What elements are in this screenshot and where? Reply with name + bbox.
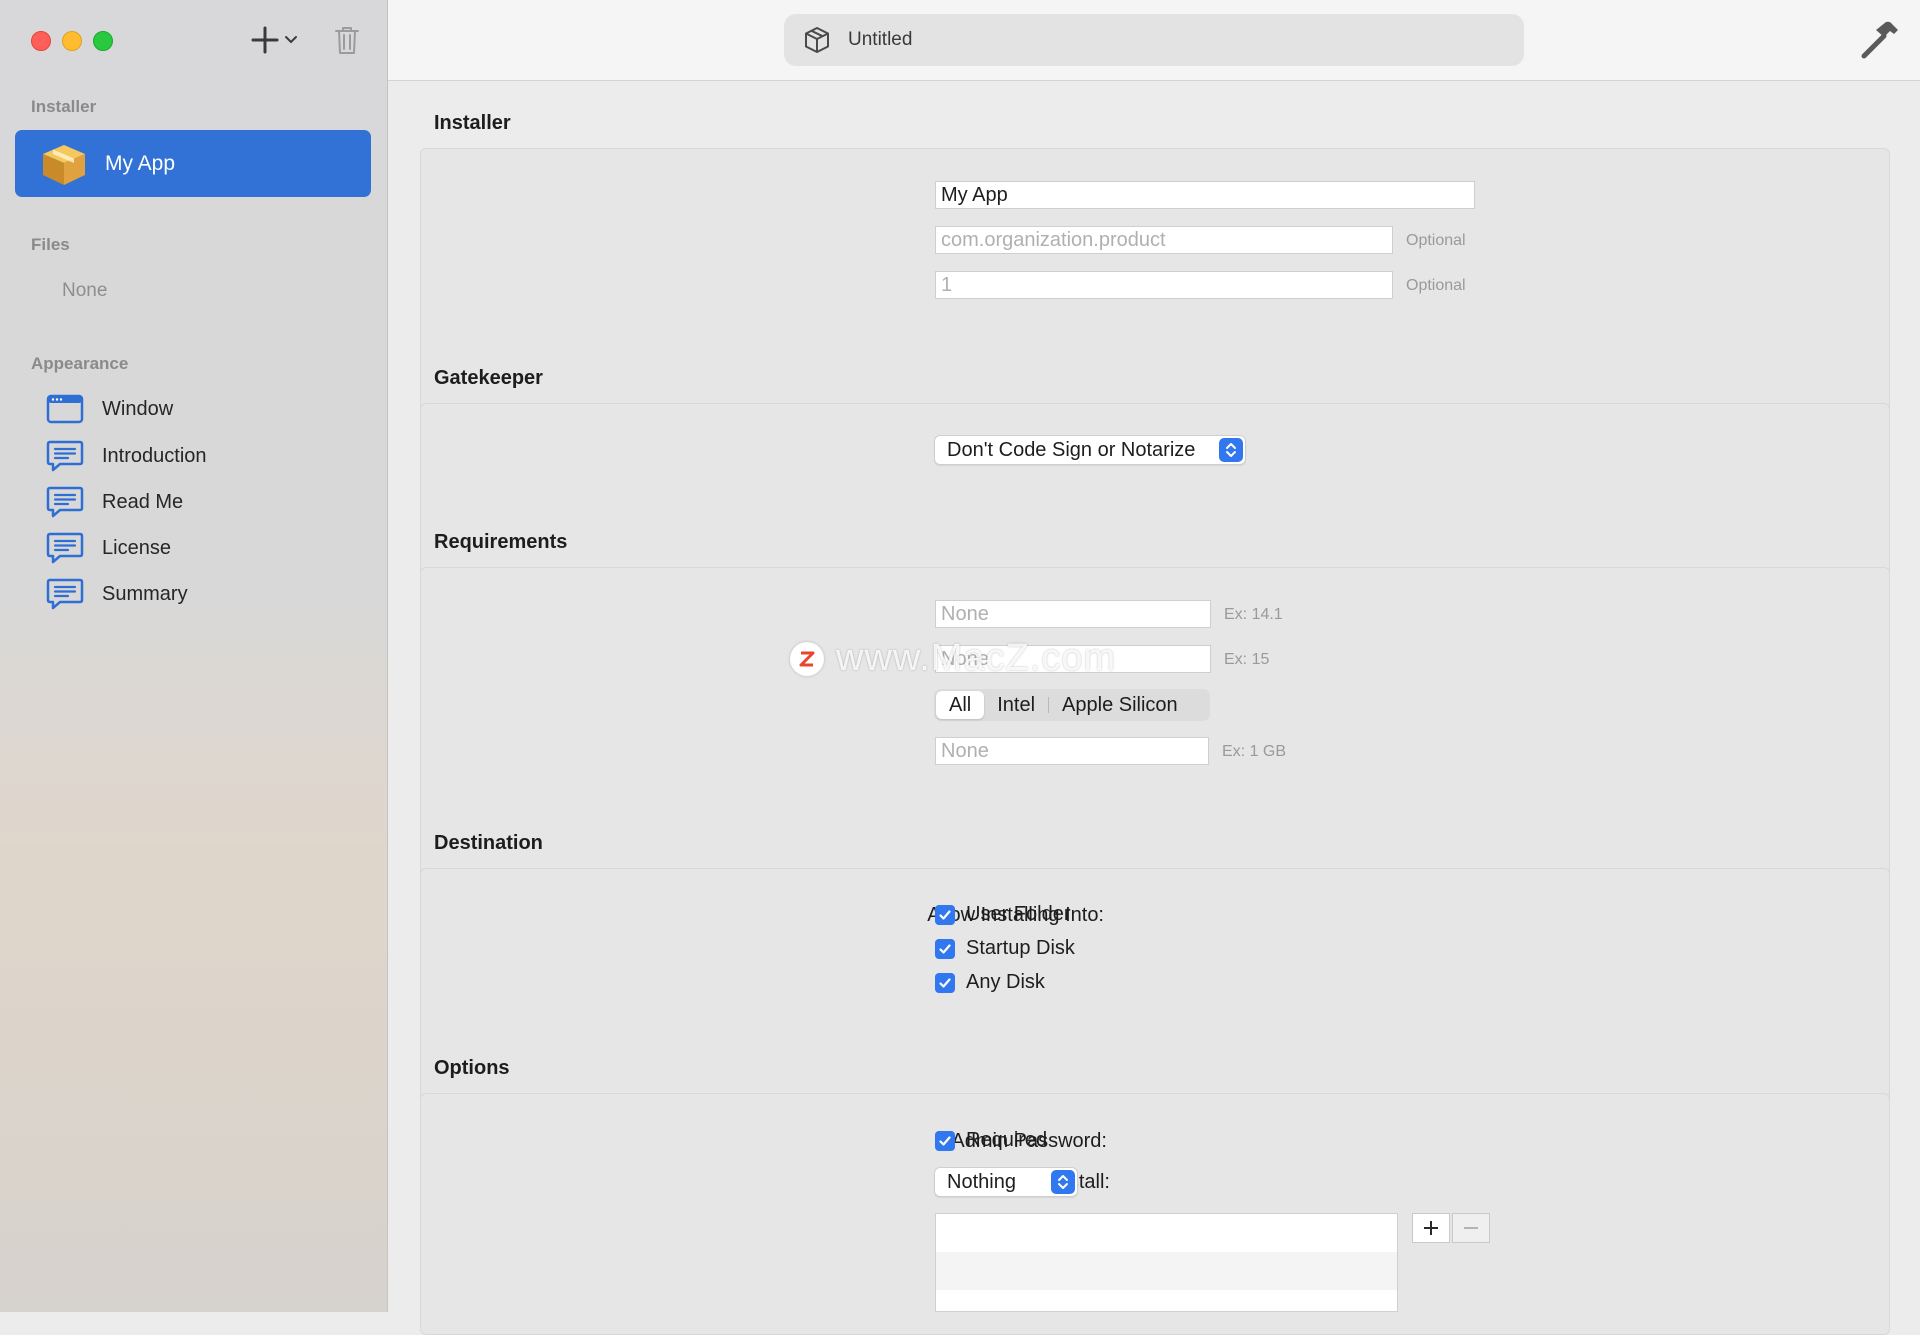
sidebar: Installer My App Files None Appearance W…	[0, 0, 388, 1312]
watermark-logo-icon	[790, 641, 824, 676]
gatekeeper-panel	[420, 403, 1890, 579]
startup-disk-checkbox[interactable]: Startup Disk	[935, 937, 1075, 960]
section-title-options: Options	[434, 1057, 510, 1079]
trash-icon	[335, 27, 359, 54]
identifier-field[interactable]: com.organization.product	[935, 226, 1393, 254]
identifier-optional-hint: Optional	[1406, 232, 1466, 249]
destination-panel	[420, 868, 1890, 1107]
chevron-down-icon	[285, 36, 297, 44]
sidebar-item-label: Read Me	[102, 490, 184, 513]
admin-password-required-checkbox[interactable]: Required	[935, 1129, 1047, 1152]
version-optional-hint: Optional	[1406, 277, 1466, 294]
sidebar-item-label: Summary	[102, 582, 188, 605]
add-menu-button[interactable]	[250, 24, 302, 56]
message-icon	[46, 486, 84, 518]
sidebar-item-label: Introduction	[102, 444, 207, 467]
sidebar-section-files: Files	[31, 235, 70, 254]
section-title-installer: Installer	[434, 112, 511, 134]
plus-icon	[251, 26, 279, 54]
title-bar: Untitled	[388, 0, 1920, 81]
popup-stepper-icon	[1051, 1170, 1075, 1194]
sidebar-item-label: License	[102, 536, 171, 559]
architecture-option-intel[interactable]: Intel	[984, 691, 1048, 719]
quit-applications-list[interactable]	[935, 1213, 1398, 1312]
document-title-field[interactable]: Untitled	[784, 14, 1524, 66]
message-icon	[46, 578, 84, 610]
sidebar-item-my-app[interactable]: My App	[15, 130, 371, 197]
checkbox-label: Startup Disk	[966, 937, 1075, 959]
watermark: www.MacZ.com	[790, 637, 1116, 680]
user-folder-checkbox[interactable]: User Folder	[935, 903, 1070, 926]
sidebar-section-installer: Installer	[31, 97, 97, 116]
min-disk-space-hint: Ex: 1 GB	[1222, 743, 1287, 760]
after-install-popup[interactable]: Nothing	[934, 1167, 1078, 1197]
sidebar-item-window[interactable]: Window	[46, 391, 173, 427]
architecture-segmented-control[interactable]: All Intel Apple Silicon	[934, 689, 1210, 721]
after-install-popup-value: Nothing	[947, 1171, 1016, 1193]
security-popup-value: Don't Code Sign or Notarize	[947, 439, 1196, 461]
checkmark-icon	[935, 972, 955, 993]
checkbox-label: Required	[966, 1129, 1048, 1151]
watermark-text: www.MacZ.com	[836, 637, 1117, 679]
security-popup[interactable]: Don't Code Sign or Notarize	[934, 435, 1246, 465]
main-content: Installer Name: My App Identifier: com.o…	[388, 81, 1920, 1335]
sidebar-section-appearance: Appearance	[31, 354, 129, 373]
package-outline-icon	[805, 27, 829, 53]
architecture-option-apple-silicon[interactable]: Apple Silicon	[1049, 691, 1191, 719]
min-os-hint: Ex: 14.1	[1224, 606, 1283, 623]
minimize-window-button[interactable]	[62, 31, 82, 51]
architecture-option-all[interactable]: All	[936, 691, 985, 719]
popup-stepper-icon	[1219, 438, 1243, 462]
section-title-requirements: Requirements	[434, 531, 568, 553]
sidebar-item-summary[interactable]: Summary	[46, 576, 188, 612]
section-title-destination: Destination	[434, 832, 543, 854]
delete-button[interactable]	[333, 24, 361, 56]
package-icon	[43, 144, 85, 185]
minus-icon	[1464, 1227, 1478, 1229]
document-title: Untitled	[848, 29, 913, 50]
list-row	[936, 1252, 1397, 1290]
section-title-gatekeeper: Gatekeeper	[434, 367, 543, 389]
close-window-button[interactable]	[31, 31, 51, 51]
message-icon	[46, 532, 84, 564]
build-hammer-icon[interactable]	[1858, 18, 1902, 62]
list-row	[936, 1214, 1397, 1252]
sidebar-item-label: Window	[102, 397, 174, 420]
checkbox-label: Any Disk	[966, 971, 1045, 993]
version-field[interactable]: 1	[935, 271, 1393, 299]
sidebar-item-introduction[interactable]: Introduction	[46, 438, 207, 474]
remove-application-button[interactable]	[1452, 1213, 1490, 1243]
sidebar-item-label: My App	[105, 151, 176, 175]
plus-icon	[1424, 1221, 1438, 1235]
name-field[interactable]: My App	[935, 181, 1475, 209]
zoom-window-button[interactable]	[93, 31, 113, 51]
checkmark-icon	[935, 1130, 955, 1151]
window-icon	[46, 394, 84, 424]
list-row	[936, 1290, 1397, 1311]
add-application-button[interactable]	[1412, 1213, 1450, 1243]
max-os-hint: Ex: 15	[1224, 651, 1270, 668]
message-icon	[46, 440, 84, 472]
sidebar-item-read-me[interactable]: Read Me	[46, 484, 183, 520]
checkmark-icon	[935, 904, 955, 925]
sidebar-item-license[interactable]: License	[46, 530, 171, 566]
min-os-field[interactable]: None	[935, 600, 1211, 628]
checkmark-icon	[935, 938, 955, 959]
files-empty-label: None	[62, 280, 108, 301]
checkbox-label: User Folder	[966, 903, 1071, 925]
any-disk-checkbox[interactable]: Any Disk	[935, 971, 1045, 994]
min-disk-space-field[interactable]: None	[935, 737, 1209, 765]
